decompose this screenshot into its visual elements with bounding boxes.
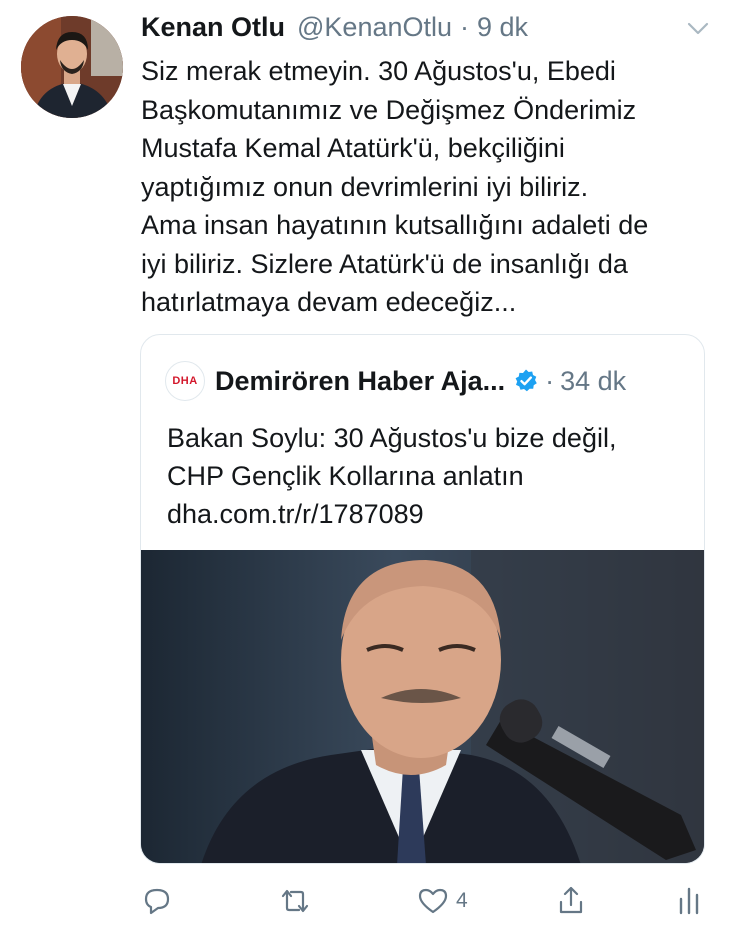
author-name[interactable]: Kenan Otlu	[141, 12, 285, 43]
quoted-author-name[interactable]: Demirören Haber Aja...	[215, 366, 505, 397]
tweet-text-line: yaptığımız onun devrimlerini iyi biliriz…	[141, 171, 589, 202]
chevron-down-icon[interactable]	[684, 14, 712, 42]
quoted-text-line: CHP Gençlik Kollarına anlatın	[167, 461, 524, 491]
verified-badge-icon	[515, 369, 537, 392]
reply-icon	[144, 888, 170, 915]
quoted-tweet-photo[interactable]	[141, 550, 704, 863]
separator-dot: ·	[545, 365, 555, 396]
quoted-text-line: Bakan Soylu: 30 Ağustos'u bize değil,	[167, 423, 617, 453]
heart-icon	[418, 888, 448, 914]
quoted-tweet-card[interactable]: DHA Demirören Haber Aja... · 34 dk Bakan…	[140, 334, 705, 864]
retweet-icon	[281, 889, 309, 913]
author-avatar[interactable]	[21, 16, 123, 118]
tweet-text-line: Siz merak etmeyin. 30 Ağustos'u, Ebedi	[141, 56, 616, 86]
quoted-tweet-time[interactable]: 34 dk	[560, 366, 626, 397]
quoted-tweet-text: Bakan Soylu: 30 Ağustos'u bize değil, CH…	[167, 419, 687, 533]
tweet-time[interactable]: 9 dk	[477, 12, 528, 43]
reply-button[interactable]	[140, 884, 174, 918]
tweet-text: Siz merak etmeyin. 30 Ağustos'u, Ebedi B…	[141, 52, 721, 322]
dha-logo-avatar[interactable]: DHA	[165, 361, 205, 401]
quoted-link[interactable]: dha.com.tr/r/1787089	[167, 495, 687, 533]
tweet-text-line: Mustafa Kemal Atatürk'ü, bekçiliğini	[141, 133, 565, 163]
analytics-icon	[679, 887, 699, 915]
tweet-text-line: Başkomutanımız ve Değişmez Önderimiz	[141, 94, 637, 125]
tweet-header: Kenan Otlu @KenanOtlu · 9 dk	[141, 12, 528, 46]
like-count: 4	[456, 889, 468, 912]
analytics-button[interactable]	[672, 884, 706, 918]
tweet-text-line: hatırlatmaya devam edeceğiz...	[141, 287, 517, 317]
share-icon	[559, 886, 583, 914]
like-button[interactable]: 4	[416, 884, 468, 918]
retweet-button[interactable]	[278, 884, 312, 918]
quoted-tweet-header: DHA Demirören Haber Aja... · 34 dk	[165, 361, 626, 401]
author-handle[interactable]: @KenanOtlu	[297, 12, 452, 43]
tweet-action-bar: 4	[0, 878, 739, 924]
share-button[interactable]	[554, 884, 588, 918]
dha-logo-text: DHA	[172, 375, 198, 387]
tweet-text-line: iyi biliriz. Sizlere Atatürk'ü de insanl…	[141, 248, 628, 279]
separator-dot: ·	[460, 12, 470, 42]
tweet-text-line: Ama insan hayatının kutsallığını adaleti…	[141, 210, 649, 240]
